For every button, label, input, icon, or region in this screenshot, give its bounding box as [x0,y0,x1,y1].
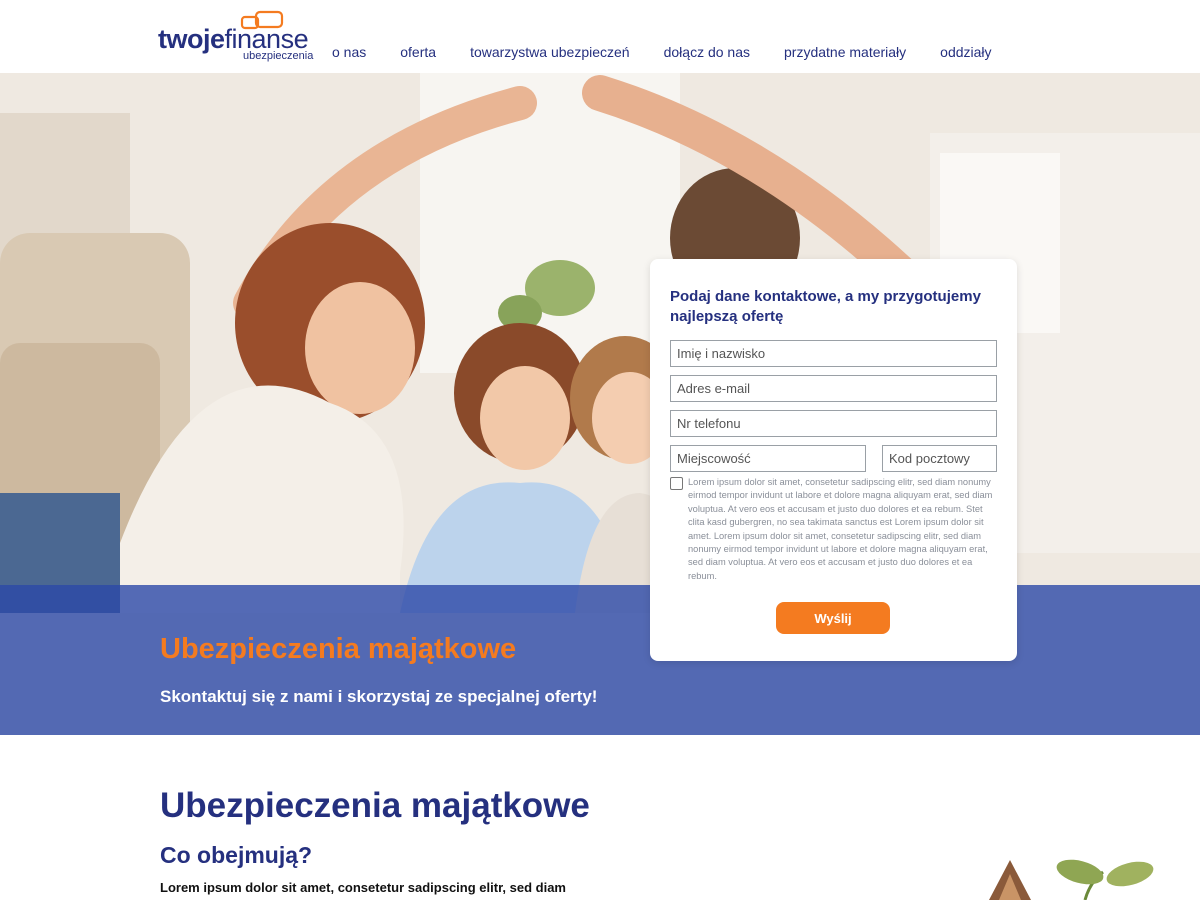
logo-word-bold: twoje [158,24,225,54]
section-title: Ubezpieczenia majątkowe [160,786,590,825]
logo-subtitle: ubezpieczenia [243,50,314,62]
nav-item-materialy[interactable]: przydatne materiały [767,40,923,64]
form-title: Podaj dane kontaktowe, a my przygotujemy… [670,288,981,325]
section-subtitle: Co obejmują? [160,842,313,868]
site-logo[interactable]: twojefinanse ubezpieczenia [158,8,318,64]
phone-field[interactable] [670,410,997,437]
hero-title: Ubezpieczenia majątkowe [160,633,517,665]
consent-checkbox[interactable] [670,477,683,490]
nav-item-oddzialy[interactable]: oddziały [923,40,1008,64]
nav-item-oferta[interactable]: oferta [383,40,453,64]
zip-code-field[interactable] [882,445,997,472]
nav-item-towarzystwa[interactable]: towarzystwa ubezpieczeń [453,40,647,64]
email-field[interactable] [670,375,997,402]
name-field[interactable] [670,340,997,367]
house-plant-illustration [989,859,1154,900]
consent-text: Lorem ipsum dolor sit amet, consetetur s… [688,477,993,581]
contact-form: Podaj dane kontaktowe, a my przygotujemy… [650,259,1017,661]
hero-section: Ubezpieczenia majątkowe Skontaktuj się z… [0,73,1200,735]
nav-item-dolacz[interactable]: dołącz do nas [647,40,767,64]
hero-subtitle: Skontaktuj się z nami i skorzystaj ze sp… [160,687,598,706]
city-field[interactable] [670,445,866,472]
section-text: Lorem ipsum dolor sit amet, consetetur s… [160,880,566,895]
nav-item-o-nas[interactable]: o nas [315,40,383,64]
main-nav: o nas oferta towarzystwa ubezpieczeń doł… [315,40,1009,64]
site-header: twojefinanse ubezpieczenia o nas oferta … [0,0,1200,73]
submit-button[interactable]: Wyślij [776,602,890,634]
